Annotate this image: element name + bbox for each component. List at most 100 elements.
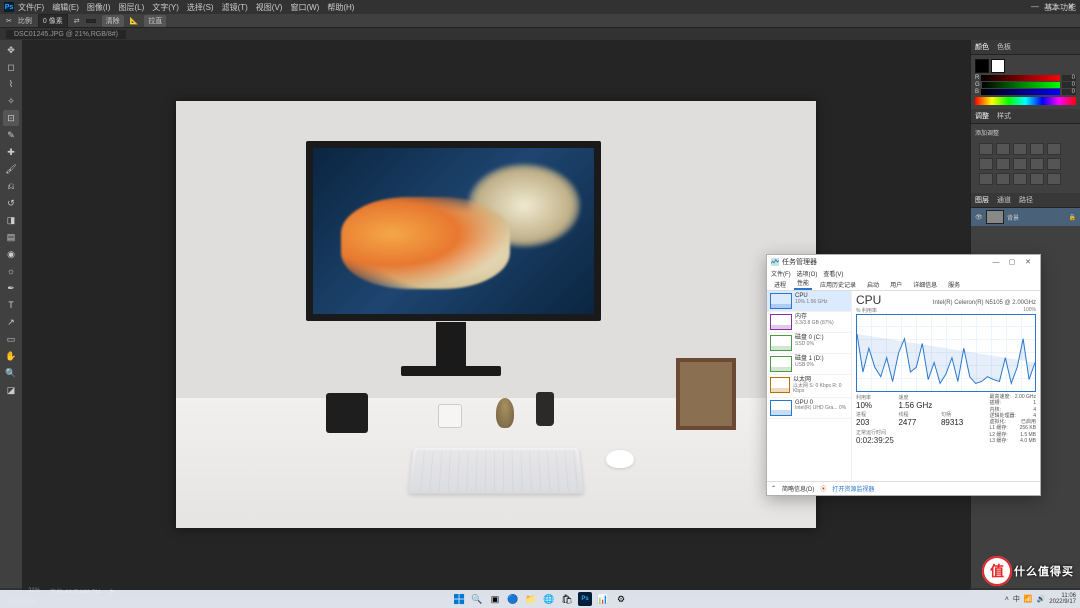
- fewer-details-button[interactable]: 简略信息(D): [782, 484, 814, 493]
- tab-swatches[interactable]: 色板: [997, 42, 1011, 52]
- menu-layer[interactable]: 图层(L): [118, 2, 144, 13]
- straighten-button[interactable]: 拉直: [144, 15, 166, 27]
- menu-filter[interactable]: 滤镜(T): [222, 2, 248, 13]
- document-tab[interactable]: DSC01245.JPG @ 21%,RGB/8#): [6, 30, 126, 39]
- blur-tool-icon[interactable]: ◉: [3, 246, 19, 262]
- task-manager-window[interactable]: 任务管理器 — ▢ ✕ 文件(F) 选项(O) 查看(V) 进程 性能 应用历史…: [766, 254, 1041, 496]
- adj-bw-icon[interactable]: [996, 158, 1010, 170]
- app-icon-2[interactable]: ⚙: [614, 592, 628, 606]
- shape-tool-icon[interactable]: ▭: [3, 331, 19, 347]
- tm-titlebar[interactable]: 任务管理器 — ▢ ✕: [767, 255, 1040, 269]
- fg-color-swatch[interactable]: [975, 59, 989, 73]
- menu-file[interactable]: 文件(F): [18, 2, 44, 13]
- menu-help[interactable]: 帮助(H): [327, 2, 354, 13]
- ps-maximize-button[interactable]: ▢: [1044, 0, 1062, 12]
- crop-tool-icon[interactable]: ⊡: [3, 110, 19, 126]
- sidebar-item-gpu[interactable]: GPU 0Intel(R) UHD Gra... 0%: [767, 398, 851, 419]
- tm-close-button[interactable]: ✕: [1020, 258, 1036, 266]
- eyedropper-tool-icon[interactable]: ✎: [3, 127, 19, 143]
- menu-edit[interactable]: 编辑(E): [52, 2, 79, 13]
- sidebar-item-disk-c[interactable]: 磁盘 0 (C:)SSD 0%: [767, 333, 851, 354]
- tm-menu-file[interactable]: 文件(F): [771, 269, 791, 279]
- ratio-field[interactable]: 0 像素: [38, 14, 68, 28]
- tab-history[interactable]: 应用历史记录: [817, 279, 859, 290]
- app-icon[interactable]: 📊: [596, 592, 610, 606]
- tab-layers[interactable]: 图层: [975, 195, 989, 205]
- r-value[interactable]: 0: [1062, 75, 1076, 81]
- b-slider[interactable]: [981, 89, 1060, 95]
- gradient-tool-icon[interactable]: ▤: [3, 229, 19, 245]
- adj-lookup-icon[interactable]: [1047, 158, 1061, 170]
- adj-vibrance-icon[interactable]: [1047, 143, 1061, 155]
- adj-selective-icon[interactable]: [1047, 173, 1061, 185]
- adj-gradient-icon[interactable]: [1030, 173, 1044, 185]
- heal-tool-icon[interactable]: ✚: [3, 144, 19, 160]
- adj-exposure-icon[interactable]: [1030, 143, 1044, 155]
- ratio-field-2[interactable]: [86, 19, 96, 23]
- stamp-tool-icon[interactable]: ⎌: [3, 178, 19, 194]
- type-tool-icon[interactable]: T: [3, 297, 19, 313]
- menu-select[interactable]: 选择(S): [187, 2, 214, 13]
- layer-row[interactable]: 👁 背景 🔒: [971, 208, 1080, 226]
- ps-close-button[interactable]: ✕: [1062, 0, 1080, 12]
- straighten-icon[interactable]: 📐: [130, 17, 139, 25]
- sidebar-item-memory[interactable]: 内存3.3/3.8 GB (87%): [767, 312, 851, 333]
- adj-hue-icon[interactable]: [979, 158, 993, 170]
- move-tool-icon[interactable]: ✥: [3, 42, 19, 58]
- tab-adjustments[interactable]: 调整: [975, 111, 989, 121]
- hand-tool-icon[interactable]: ✋: [3, 348, 19, 364]
- tab-services[interactable]: 服务: [945, 279, 963, 290]
- adj-invert-icon[interactable]: [979, 173, 993, 185]
- edge-icon[interactable]: 🌐: [542, 592, 556, 606]
- marquee-tool-icon[interactable]: ◻: [3, 59, 19, 75]
- tab-styles[interactable]: 样式: [997, 111, 1011, 121]
- wand-tool-icon[interactable]: ✧: [3, 93, 19, 109]
- g-value[interactable]: 0: [1062, 82, 1076, 88]
- clear-button[interactable]: 清除: [102, 15, 124, 27]
- eraser-tool-icon[interactable]: ◨: [3, 212, 19, 228]
- fg-bg-color-icon[interactable]: ◪: [3, 382, 19, 398]
- sidebar-item-disk-d[interactable]: 磁盘 1 (D:)USB 0%: [767, 354, 851, 375]
- b-value[interactable]: 0: [1062, 89, 1076, 95]
- hue-bar[interactable]: [975, 97, 1076, 105]
- swap-icon[interactable]: ⇄: [74, 17, 80, 25]
- zoom-tool-icon[interactable]: 🔍: [3, 365, 19, 381]
- menu-window[interactable]: 窗口(W): [290, 2, 319, 13]
- document-canvas[interactable]: [176, 101, 816, 528]
- volume-icon[interactable]: 🔊: [1037, 595, 1046, 603]
- ime-icon[interactable]: 中: [1013, 594, 1020, 604]
- wifi-icon[interactable]: 📶: [1024, 595, 1033, 603]
- menu-type[interactable]: 文字(Y): [152, 2, 179, 13]
- g-slider[interactable]: [982, 82, 1060, 88]
- tab-users[interactable]: 用户: [887, 279, 905, 290]
- adj-threshold-icon[interactable]: [1013, 173, 1027, 185]
- search-icon[interactable]: 🔍: [470, 592, 484, 606]
- tm-menu-view[interactable]: 查看(V): [823, 269, 843, 279]
- pen-tool-icon[interactable]: ✒: [3, 280, 19, 296]
- tm-minimize-button[interactable]: —: [988, 259, 1004, 266]
- menu-image[interactable]: 图像(I): [87, 2, 111, 13]
- windows-taskbar[interactable]: 🔍 ▣ 🔵 📁 🌐 🛍 Ps 📊 ⚙ ˄ 中 📶 🔊 11:06 2022/9/…: [0, 590, 1080, 608]
- sidebar-item-ethernet[interactable]: 以太网以太网 S: 0 Kbps R: 0 Kbps: [767, 375, 851, 398]
- tab-color[interactable]: 颜色: [975, 42, 989, 52]
- open-resmon-link[interactable]: 打开资源监视器: [832, 484, 874, 493]
- taskbar-clock[interactable]: 11:06 2022/9/17: [1049, 593, 1076, 605]
- tray-chevron-icon[interactable]: ˄: [1005, 596, 1009, 603]
- widgets-icon[interactable]: 🔵: [506, 592, 520, 606]
- tab-paths[interactable]: 路径: [1019, 195, 1033, 205]
- task-view-icon[interactable]: ▣: [488, 592, 502, 606]
- adj-photo-filter-icon[interactable]: [1013, 158, 1027, 170]
- tm-maximize-button[interactable]: ▢: [1004, 258, 1020, 266]
- tab-startup[interactable]: 启动: [864, 279, 882, 290]
- r-slider[interactable]: [981, 75, 1060, 81]
- bg-color-swatch[interactable]: [991, 59, 1005, 73]
- lasso-tool-icon[interactable]: ⌇: [3, 76, 19, 92]
- tab-channels[interactable]: 通道: [997, 195, 1011, 205]
- ps-minimize-button[interactable]: —: [1026, 0, 1044, 12]
- adj-curves-icon[interactable]: [1013, 143, 1027, 155]
- sidebar-item-cpu[interactable]: CPU10% 1.56 GHz: [767, 291, 851, 312]
- visibility-icon[interactable]: 👁: [975, 214, 983, 221]
- tab-processes[interactable]: 进程: [771, 279, 789, 290]
- tab-performance[interactable]: 性能: [794, 277, 812, 290]
- store-icon[interactable]: 🛍: [560, 592, 574, 606]
